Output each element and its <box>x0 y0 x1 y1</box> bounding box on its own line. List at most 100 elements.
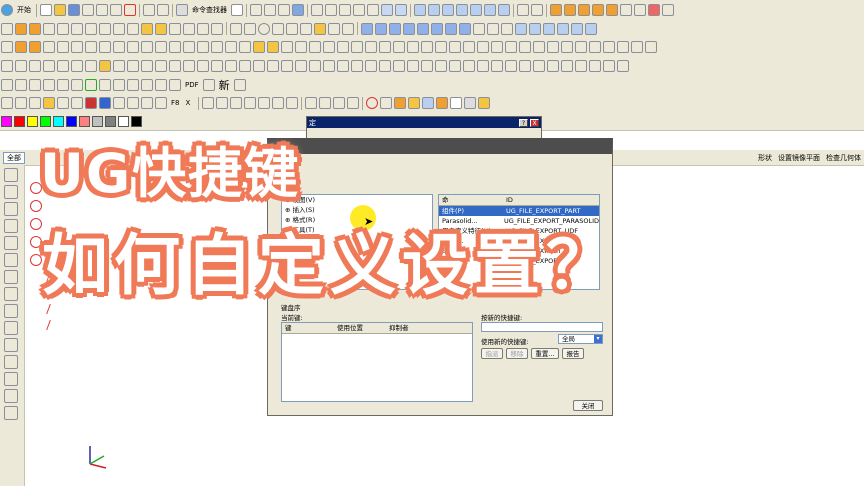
web-icon[interactable] <box>267 59 279 72</box>
zoom-icon[interactable] <box>325 4 337 16</box>
motion-icon[interactable] <box>197 40 209 53</box>
constraint-icon[interactable] <box>43 40 55 53</box>
close-icon[interactable]: X <box>530 118 539 127</box>
split-body-icon[interactable] <box>211 22 223 35</box>
measure-tool-icon[interactable] <box>141 97 153 109</box>
hide-icon[interactable] <box>57 59 69 72</box>
view-iso-icon[interactable] <box>414 4 426 16</box>
view-bottom-icon[interactable] <box>484 4 496 16</box>
filter-curve-icon[interactable] <box>533 59 545 72</box>
color-swatch-magenta[interactable] <box>1 115 12 127</box>
layer-settings-icon[interactable] <box>533 40 545 53</box>
color-swatch-black[interactable] <box>131 115 142 127</box>
filter-edge-icon[interactable] <box>491 59 503 72</box>
filter-all-icon[interactable] <box>603 59 615 72</box>
measure-length-icon[interactable] <box>99 78 111 91</box>
point-circle-icon[interactable] <box>30 254 42 266</box>
history-icon[interactable] <box>225 59 237 72</box>
trim-icon[interactable] <box>201 97 214 109</box>
part-navigator-icon[interactable] <box>197 59 209 72</box>
shape-block-icon[interactable] <box>435 97 448 109</box>
move-object-icon[interactable] <box>29 59 41 72</box>
through-curves-icon[interactable] <box>529 22 541 35</box>
conic-tool-icon[interactable] <box>46 320 63 330</box>
manufacturing-wizard-tab-icon[interactable] <box>4 321 18 335</box>
pipe-icon[interactable] <box>253 40 265 53</box>
surface-icon[interactable] <box>515 22 527 35</box>
assembly-icon[interactable] <box>1 40 13 53</box>
new-file-icon[interactable] <box>40 4 52 16</box>
wave-icon[interactable] <box>85 40 97 53</box>
analyze-icon[interactable] <box>561 40 573 53</box>
snap-existing-icon[interactable] <box>449 59 461 72</box>
f8-button[interactable]: F8 <box>171 99 179 107</box>
color-swatch-yellow[interactable] <box>27 115 38 127</box>
bounded-plane-icon[interactable] <box>585 22 597 35</box>
solid-blue-icon[interactable] <box>99 97 111 109</box>
draft-icon[interactable] <box>662 4 674 16</box>
pad-icon[interactable] <box>85 22 97 35</box>
shaded-icon[interactable] <box>395 4 407 16</box>
paragraph-icon[interactable] <box>127 97 139 109</box>
start-menu-button[interactable]: 开始 <box>17 5 31 15</box>
grid-view-icon[interactable] <box>29 97 41 109</box>
tolerance-icon[interactable] <box>281 40 293 53</box>
snap-end-icon[interactable] <box>379 59 391 72</box>
filter-face-icon[interactable] <box>477 59 489 72</box>
sweep-icon[interactable] <box>141 22 153 35</box>
datum-plane-icon[interactable] <box>314 22 326 35</box>
border-icon[interactable] <box>463 40 475 53</box>
simulation-icon[interactable] <box>71 78 83 91</box>
mass-icon[interactable] <box>631 40 643 53</box>
font-icon[interactable] <box>113 97 125 109</box>
color-swatch-pink[interactable] <box>79 115 90 127</box>
roles-icon[interactable] <box>253 59 265 72</box>
slot-icon[interactable] <box>99 22 111 35</box>
snap-icon[interactable] <box>264 4 276 16</box>
curve-analysis-icon[interactable] <box>501 22 513 35</box>
layer-copy-icon[interactable] <box>351 59 363 72</box>
break-view-icon[interactable] <box>393 40 405 53</box>
show-icon[interactable] <box>71 59 83 72</box>
trim-body-icon[interactable] <box>197 22 209 35</box>
layer-move-icon[interactable] <box>337 59 349 72</box>
filter-sketch-icon[interactable] <box>561 59 573 72</box>
color-swatch-silver[interactable] <box>92 115 103 127</box>
hd3d-icon[interactable] <box>295 59 307 72</box>
quick-extend-icon[interactable] <box>271 97 284 109</box>
reuse-library-tab-icon[interactable] <box>4 219 18 233</box>
x-button[interactable]: X <box>185 99 192 107</box>
auto-constraint-icon[interactable] <box>318 97 331 109</box>
shape-gray-icon[interactable] <box>463 97 476 109</box>
text-icon[interactable] <box>286 22 298 35</box>
assembly-navigator-tab-icon[interactable] <box>4 185 18 199</box>
symbol-icon[interactable] <box>323 40 335 53</box>
offset-curve-icon[interactable] <box>361 22 373 35</box>
command-finder-button[interactable]: 命令查找器 <box>192 5 227 15</box>
set-mirror-plane-button[interactable]: 设置镜像平面 <box>778 153 820 163</box>
n-sided-icon[interactable] <box>557 22 569 35</box>
draft-analysis-icon[interactable] <box>589 40 601 53</box>
detail-view-icon[interactable] <box>379 40 391 53</box>
dimension-edit-icon[interactable] <box>346 97 359 109</box>
mirror-assembly-icon[interactable] <box>169 40 181 53</box>
mirror-icon[interactable] <box>169 22 181 35</box>
ruled-icon[interactable] <box>571 22 583 35</box>
fillet-icon[interactable] <box>243 97 256 109</box>
hole-icon[interactable] <box>43 22 55 35</box>
drafting-icon[interactable] <box>29 78 41 91</box>
knowledge-icon[interactable] <box>141 78 153 91</box>
section-view-icon[interactable] <box>365 40 377 53</box>
color-icon[interactable] <box>99 59 111 72</box>
thickness-icon[interactable] <box>617 40 629 53</box>
add-component-icon[interactable] <box>15 40 27 53</box>
boolean-icon[interactable] <box>606 4 618 16</box>
revolve-icon[interactable] <box>29 22 41 35</box>
layer-work-icon[interactable] <box>323 59 335 72</box>
distance-icon[interactable] <box>645 40 657 53</box>
shape-filter-label[interactable]: 形状 <box>758 153 772 163</box>
sphere-icon[interactable] <box>592 4 604 16</box>
quick-trim-icon[interactable] <box>257 97 270 109</box>
new-button[interactable]: 新 <box>219 77 230 93</box>
table-icon[interactable] <box>337 40 349 53</box>
